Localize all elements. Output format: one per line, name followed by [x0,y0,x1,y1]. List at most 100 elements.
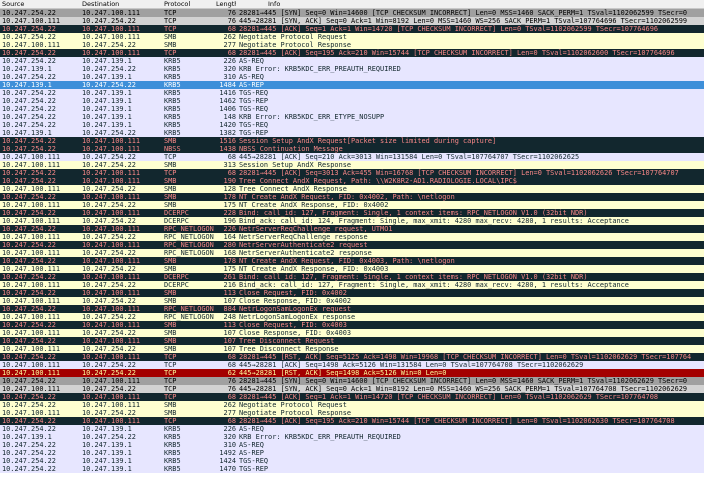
packet-row[interactable]: 10.247.100.111 10.247.254.22 SMB 277 Negotia… [0,41,704,49]
packet-row[interactable]: 10.247.254.22 10.247.100.111 TCP 76 28281→44… [0,377,704,385]
packet-row[interactable]: 10.247.100.111 10.247.254.22 RPC_NETLOGON 1… [0,249,704,257]
source-cell: 10.247.100.111 [2,297,61,305]
info-cell: Bind: call_id: 127, Fragment: Single, 1 … [239,209,588,217]
length-cell: 68 [227,25,236,33]
packet-row[interactable]: 10.247.254.22 10.247.100.111 SMB 107 Tree Di… [0,337,704,345]
info-cell: 445→28281 [RST, ACK] Seq=1498 Ack=5126 W… [239,369,447,377]
packet-row[interactable]: 10.247.254.22 10.247.139.1 KRB5 226 AS-REQ [0,425,704,433]
source-cell: 10.247.100.111 [2,361,61,369]
source-cell: 10.247.100.111 [2,313,61,321]
packet-row[interactable]: 10.247.254.22 10.247.139.1 KRB5 1462 TGS-REP [0,97,704,105]
packet-row[interactable]: 10.247.254.22 10.247.100.111 TCP 76 28281→44… [0,9,704,17]
destination-cell: 10.247.100.111 [82,193,141,201]
info-cell: NT Create AndX Request, FID: 0x4002, Pat… [239,193,455,201]
packet-row[interactable]: 10.247.254.22 10.247.100.111 SMB 1516 Sessio… [0,137,704,145]
packet-row[interactable]: 10.247.254.22 10.247.100.111 DCERPC 228 Bind… [0,209,704,217]
packet-row[interactable]: 10.247.100.111 10.247.254.22 SMB 175 NT Crea… [0,201,704,209]
length-cell: 107 [223,297,236,305]
packet-row[interactable]: 10.247.254.22 10.247.139.1 KRB5 1406 TGS-REQ [0,105,704,113]
packet-row[interactable]: 10.247.100.111 10.247.254.22 SMB 107 Tree Di… [0,345,704,353]
packet-row[interactable]: 10.247.139.1 10.247.254.22 KRB5 1382 TGS-REP [0,129,704,137]
packet-row[interactable]: 10.247.254.22 10.247.100.111 RPC_NETLOGON 8… [0,305,704,313]
packet-row[interactable]: 10.247.100.111 10.247.254.22 TCP 76 445→2828… [0,385,704,393]
destination-cell: 10.247.139.1 [82,449,132,457]
source-cell: 10.247.100.111 [2,329,61,337]
packet-row[interactable]: 10.247.254.22 10.247.139.1 KRB5 1470 TGS-REP [0,465,704,473]
protocol-cell: DCERPC [164,217,189,225]
info-cell: 28281→445 [ACK] Seq=1 Ack=1 Win=14720 [T… [239,25,658,33]
info-cell: 445→28281 [SYN, ACK] Seq=0 Ack=1 Win=819… [239,385,688,393]
length-cell: 68 [227,153,236,161]
packet-row[interactable]: 10.247.254.22 10.247.100.111 SMB 190 Tree Co… [0,177,704,185]
packet-row[interactable]: 10.247.254.22 10.247.139.1 KRB5 1492 AS-REP [0,449,704,457]
packet-row[interactable]: 10.247.254.22 10.247.100.111 TCP 68 28281→44… [0,49,704,57]
source-cell: 10.247.139.1 [2,129,52,137]
packet-row[interactable]: 10.247.254.22 10.247.139.1 KRB5 310 AS-REQ [0,441,704,449]
destination-cell: 10.247.100.111 [82,393,141,401]
packet-row[interactable]: 10.247.100.111 10.247.254.22 SMB 128 Tree Co… [0,185,704,193]
packet-row[interactable]: 10.247.100.111 10.247.254.22 TCP 68 445→2828… [0,361,704,369]
packet-row[interactable]: 10.247.254.22 10.247.100.111 TCP 68 28281→44… [0,353,704,361]
packet-row[interactable]: 10.247.100.111 10.247.254.22 SMB 107 Close R… [0,329,704,337]
source-cell: 10.247.139.1 [2,81,52,89]
column-header-info[interactable]: Info [268,0,704,8]
packet-row[interactable]: 10.247.100.111 10.247.254.22 TCP 62 445→2828… [0,369,704,377]
packet-row[interactable]: 10.247.100.111 10.247.254.22 SMB 277 Negotia… [0,409,704,417]
column-header-destination[interactable]: Destination [82,0,162,8]
packet-row[interactable]: 10.247.254.22 10.247.139.1 KRB5 226 AS-REQ [0,57,704,65]
column-header-source[interactable]: Source [2,0,80,8]
packet-row[interactable]: 10.247.139.1 10.247.254.22 KRB5 1484 AS-REP [0,81,704,89]
packet-row[interactable]: 10.247.100.111 10.247.254.22 RPC_NETLOGON 2… [0,313,704,321]
packet-row[interactable]: 10.247.254.22 10.247.100.111 SMB 178 NT Crea… [0,193,704,201]
packet-row[interactable]: 10.247.254.22 10.247.139.1 KRB5 1416 TGS-REQ [0,89,704,97]
packet-row[interactable]: 10.247.254.22 10.247.100.111 DCERPC 261 Bind… [0,273,704,281]
length-cell: 68 [227,353,236,361]
packet-row[interactable]: 10.247.100.111 10.247.254.22 TCP 68 445→2828… [0,153,704,161]
packet-row[interactable]: 10.247.100.111 10.247.254.22 DCERPC 216 Bind… [0,281,704,289]
protocol-cell: SMB [164,177,177,185]
packet-row[interactable]: 10.247.254.22 10.247.100.111 RPC_NETLOGON 2… [0,241,704,249]
info-cell: 445→28281 [ACK] Seq=1498 Ack=5126 Win=13… [239,361,584,369]
source-cell: 10.247.139.1 [2,65,52,73]
column-header-protocol[interactable]: Protocol [164,0,216,8]
packet-row[interactable]: 10.247.254.22 10.247.100.111 SMB 262 Negotia… [0,33,704,41]
packet-row[interactable]: 10.247.254.22 10.247.100.111 RPC_NETLOGON 2… [0,225,704,233]
packet-row[interactable]: 10.247.100.111 10.247.254.22 SMB 313 Session… [0,161,704,169]
packet-row[interactable]: 10.247.100.111 10.247.254.22 DCERPC 196 Bind… [0,217,704,225]
protocol-cell: KRB5 [164,89,181,97]
protocol-cell: RPC_NETLOGON [164,225,214,233]
packet-row[interactable]: 10.247.254.22 10.247.100.111 NBSS 1438 NBSS … [0,145,704,153]
destination-cell: 10.247.254.22 [82,369,136,377]
packet-row[interactable]: 10.247.100.111 10.247.254.22 SMB 175 NT Crea… [0,265,704,273]
source-cell: 10.247.100.111 [2,41,61,49]
length-cell: 68 [227,49,236,57]
length-cell: 62 [227,369,236,377]
packet-row[interactable]: 10.247.254.22 10.247.139.1 KRB5 148 KRB Erro… [0,113,704,121]
packet-row[interactable]: 10.247.254.22 10.247.100.111 TCP 68 28281→44… [0,169,704,177]
packet-row[interactable]: 10.247.254.22 10.247.139.1 KRB5 1424 TGS-REQ [0,457,704,465]
packet-row[interactable]: 10.247.100.111 10.247.254.22 SMB 107 Close R… [0,297,704,305]
packet-row[interactable]: 10.247.254.22 10.247.100.111 SMB 262 Negotia… [0,401,704,409]
protocol-cell: KRB5 [164,457,181,465]
packet-row[interactable]: 10.247.139.1 10.247.254.22 KRB5 320 KRB Erro… [0,65,704,73]
packet-row[interactable]: 10.247.254.22 10.247.100.111 TCP 68 28281→44… [0,417,704,425]
packet-row[interactable]: 10.247.254.22 10.247.100.111 TCP 68 28281→44… [0,25,704,33]
packet-row[interactable]: 10.247.254.22 10.247.100.111 SMB 113 Close R… [0,289,704,297]
packet-row[interactable]: 10.247.254.22 10.247.100.111 TCP 68 28281→44… [0,393,704,401]
packet-row[interactable]: 10.247.254.22 10.247.100.111 SMB 113 Close R… [0,321,704,329]
packet-row[interactable]: 10.247.254.22 10.247.100.111 SMB 178 NT Crea… [0,257,704,265]
packet-row[interactable]: 10.247.100.111 10.247.254.22 RPC_NETLOGON 1… [0,233,704,241]
protocol-cell: RPC_NETLOGON [164,249,214,257]
source-cell: 10.247.254.22 [2,113,56,121]
source-cell: 10.247.254.22 [2,417,56,425]
packet-row[interactable]: 10.247.254.22 10.247.139.1 KRB5 310 AS-REQ [0,73,704,81]
destination-cell: 10.247.254.22 [82,433,136,441]
column-header-length[interactable]: Length [216,0,236,8]
packet-row[interactable]: 10.247.100.111 10.247.254.22 TCP 76 445→2828… [0,17,704,25]
protocol-cell: SMB [164,41,177,49]
length-cell: 68 [227,169,236,177]
packet-row[interactable]: 10.247.139.1 10.247.254.22 KRB5 320 KRB Erro… [0,433,704,441]
packet-row[interactable]: 10.247.254.22 10.247.139.1 KRB5 1420 TGS-REQ [0,121,704,129]
length-cell: 178 [223,257,236,265]
length-cell: 164 [223,233,236,241]
